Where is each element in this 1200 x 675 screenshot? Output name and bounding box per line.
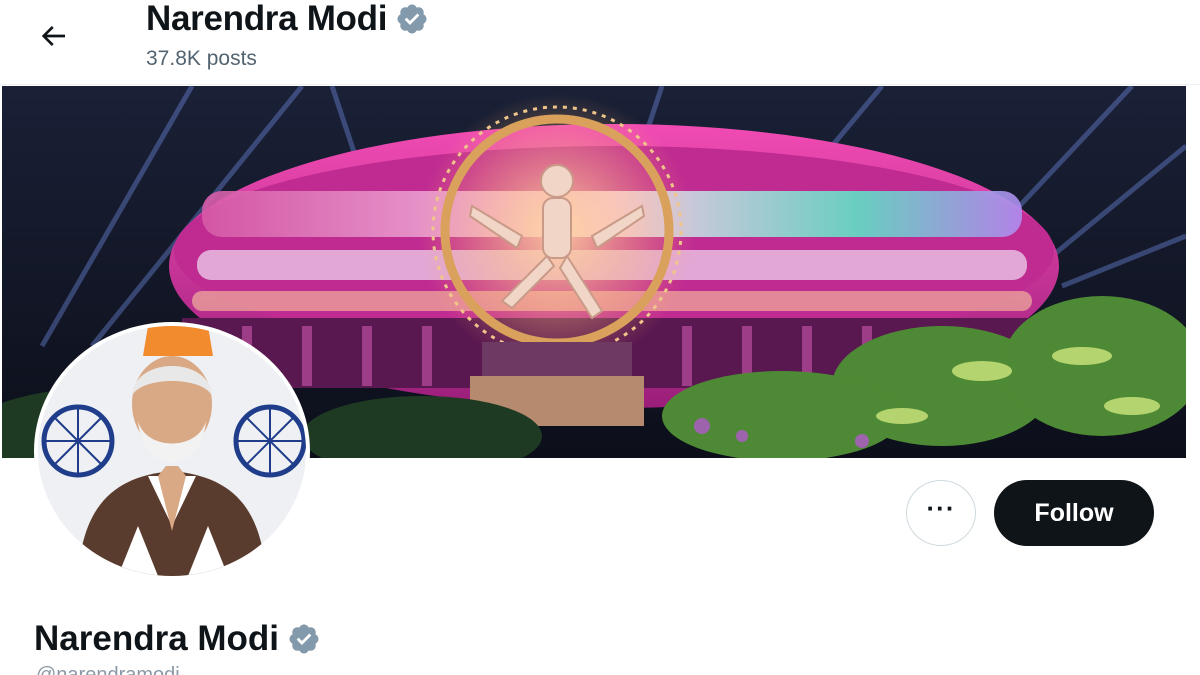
follow-button[interactable]: Follow	[994, 480, 1154, 546]
profile-avatar[interactable]	[34, 322, 310, 580]
profile-handle: @narendramodi	[36, 664, 180, 675]
verified-badge-icon	[289, 624, 319, 654]
more-options-button[interactable]: ···	[906, 480, 976, 546]
verified-badge-icon	[397, 4, 427, 34]
arrow-left-icon	[41, 26, 65, 46]
back-button[interactable]	[30, 16, 76, 56]
profile-header-bar: Narendra Modi 37.8K posts	[0, 0, 1200, 85]
header-name-text: Narendra Modi	[146, 0, 388, 38]
profile-name-text: Narendra Modi	[34, 619, 280, 658]
more-icon: ···	[926, 493, 956, 523]
header-title: Narendra Modi	[146, 0, 429, 40]
profile-display-name: Narendra Modi	[34, 618, 321, 660]
post-count: 37.8K posts	[146, 47, 257, 70]
